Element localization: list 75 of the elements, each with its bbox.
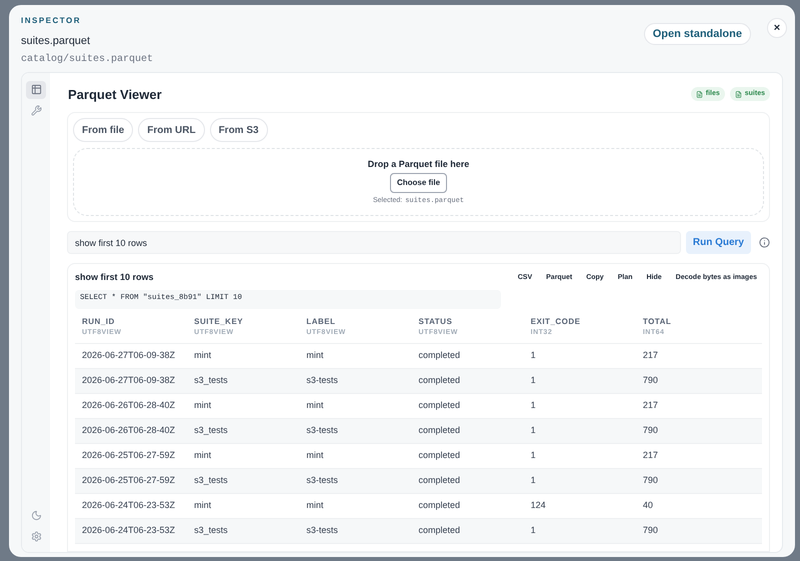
- table-cell-text: mint: [194, 349, 212, 362]
- table-cell-text: completed: [418, 499, 462, 512]
- table-cell-text: mint: [306, 499, 324, 512]
- table-cell-text: mint: [306, 399, 324, 412]
- table-cell-text: s3-tests: [306, 374, 339, 388]
- file-icon: [734, 90, 742, 98]
- table-cell-text: 2026-06-24T06-23-53Z: [82, 524, 176, 538]
- source-tab[interactable]: From URL: [138, 118, 205, 142]
- results-title: show first 10 rows: [75, 271, 154, 284]
- choose-file-button[interactable]: Choose file: [390, 173, 448, 193]
- table-cell-text: mint: [306, 449, 324, 462]
- table-cell-text: s3_tests: [194, 474, 229, 488]
- table-cell-text: 2026-06-25T06-27-59Z: [82, 449, 176, 462]
- column-header: EXIT_CODE: [530, 316, 582, 328]
- table-cell-text: 790: [642, 474, 659, 488]
- table-cell-text: s3_tests: [194, 374, 229, 388]
- source-tab[interactable]: From S3: [210, 118, 268, 142]
- table-cell-text: 2026-06-27T06-09-38Z: [82, 374, 176, 388]
- table-cell-text: completed: [418, 374, 462, 388]
- table-cell-text: 1: [530, 374, 537, 388]
- table-cell-text: s3_tests: [194, 424, 229, 438]
- table-cell-text: 790: [642, 524, 659, 538]
- table-cell-text: mint: [194, 499, 212, 512]
- table-cell-text: completed: [418, 349, 462, 362]
- tools-icon[interactable]: [30, 104, 42, 116]
- query-input[interactable]: show first 10 rows: [67, 231, 681, 254]
- column-header: RUN_ID: [82, 316, 116, 328]
- table-cell-text: completed: [418, 474, 462, 488]
- viewer-title: Parquet Viewer: [68, 86, 162, 104]
- drop-prompt: Drop a Parquet file here: [368, 158, 470, 171]
- close-button[interactable]: ×: [767, 18, 787, 38]
- table-cell-text: 2026-06-26T06-28-40Z: [82, 399, 176, 412]
- table-cell-text: s3_tests: [194, 524, 229, 538]
- table-cell-text: 790: [642, 374, 659, 388]
- table-cell-text: 1: [530, 449, 537, 462]
- settings-icon[interactable]: [30, 531, 42, 542]
- table-cell-text: mint: [306, 349, 324, 362]
- source-tab[interactable]: From file: [73, 118, 134, 142]
- file-path: catalog/suites.parquet: [21, 52, 154, 66]
- open-standalone-button[interactable]: Open standalone: [644, 23, 751, 45]
- column-header: LABEL: [306, 316, 336, 328]
- table-cell-text: 217: [642, 449, 659, 462]
- table-cell-text: 1: [530, 399, 537, 412]
- table-cell-text: 40: [642, 499, 654, 512]
- table-cell-text: s3-tests: [306, 474, 339, 488]
- table-cell-text: mint: [194, 449, 212, 462]
- table-cell-text: 1: [530, 424, 537, 438]
- column-header: TOTAL: [642, 316, 672, 328]
- table-cell-text: 2026-06-26T06-28-40Z: [82, 424, 176, 438]
- table-cell-text: 217: [642, 349, 659, 362]
- inspector-label: INSPECTOR: [21, 15, 82, 27]
- table-cell-text: 1: [530, 474, 537, 488]
- table-cell-text: 2026-06-25T06-27-59Z: [82, 474, 176, 488]
- run-query-button[interactable]: Run Query: [686, 231, 751, 254]
- column-header: STATUS: [418, 316, 454, 328]
- table-cell-text: s3-tests: [306, 524, 339, 538]
- table-cell-text: 2026-06-24T06-23-53Z: [82, 499, 176, 512]
- moon-icon[interactable]: [30, 510, 42, 521]
- table-cell-text: 124: [530, 499, 547, 512]
- table-cell-text: 1: [530, 349, 537, 362]
- table-cell-text: 217: [642, 399, 659, 412]
- table-icon[interactable]: [26, 80, 46, 98]
- table-cell-text: completed: [418, 424, 462, 438]
- column-header: SUITE_KEY: [194, 316, 244, 328]
- table-cell-text: completed: [418, 524, 462, 538]
- table-cell-text: 2026-06-27T06-09-38Z: [82, 349, 176, 362]
- info-icon[interactable]: [759, 237, 770, 248]
- table-cell-text: mint: [194, 399, 212, 412]
- table-cell-text: completed: [418, 449, 462, 462]
- table-cell-text: completed: [418, 399, 462, 412]
- file-title: suites.parquet: [21, 34, 92, 49]
- file-icon: [696, 90, 703, 98]
- table-cell-text: 790: [642, 424, 659, 438]
- table-cell-text: s3-tests: [306, 424, 339, 438]
- table-cell-text: 1: [530, 524, 537, 538]
